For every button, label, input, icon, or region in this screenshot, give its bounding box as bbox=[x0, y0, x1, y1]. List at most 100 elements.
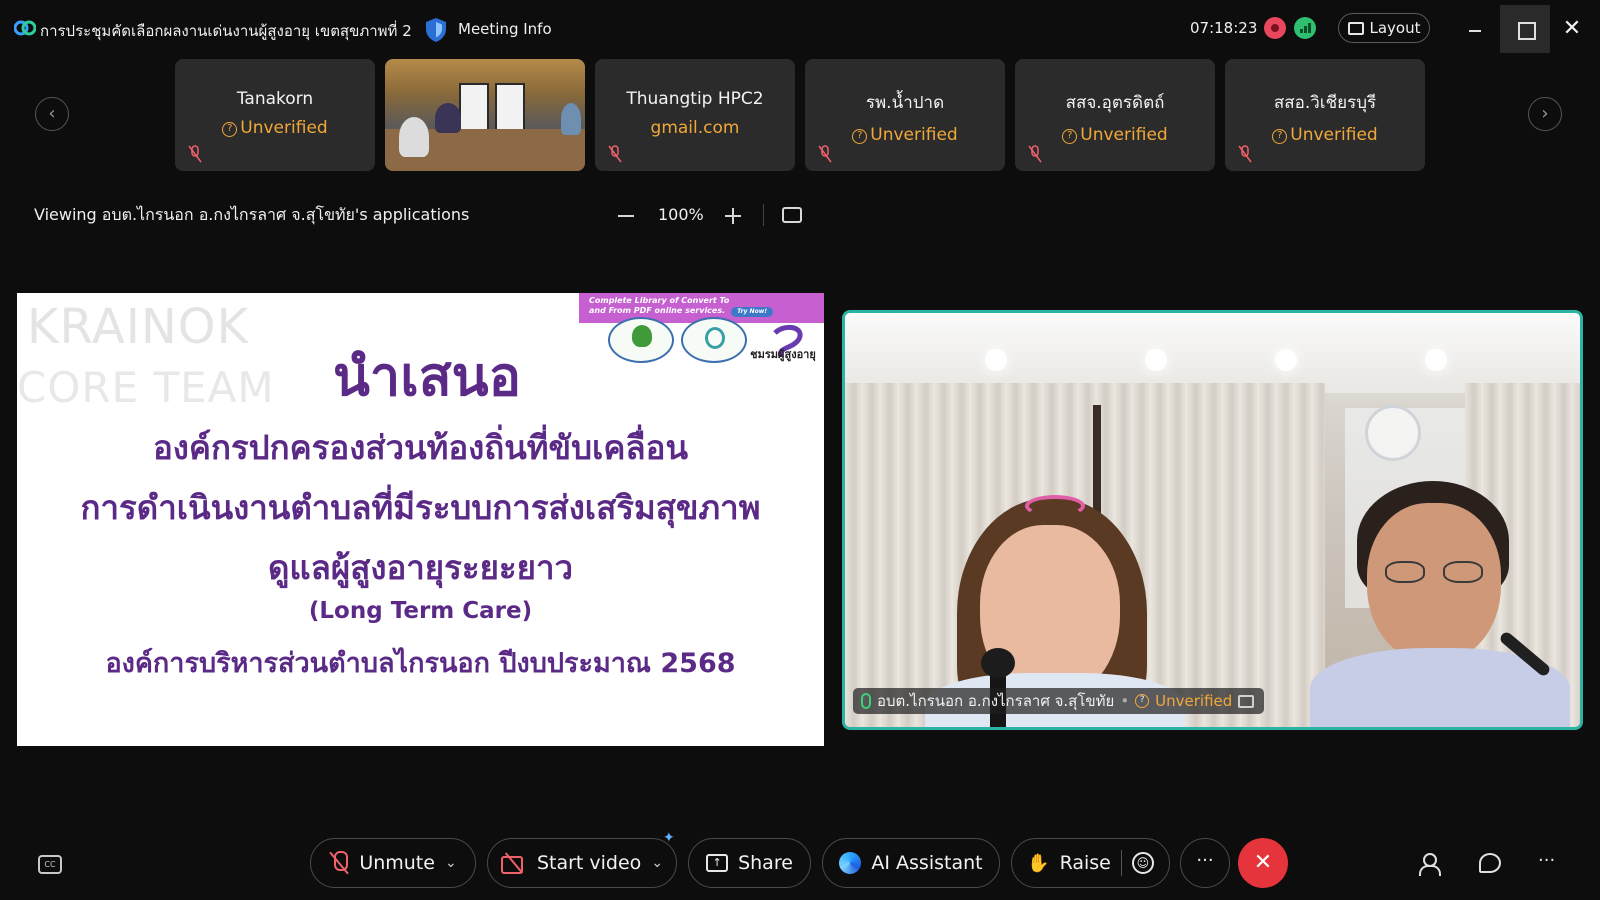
more-icon[interactable]: ··· bbox=[1538, 850, 1555, 871]
ceiling bbox=[845, 313, 1580, 393]
maximize-button[interactable] bbox=[1500, 5, 1550, 53]
ai-assistant-button[interactable]: AI Assistant bbox=[822, 838, 1000, 888]
whiteboard bbox=[459, 83, 489, 131]
participant-status: ? Unverified bbox=[1015, 125, 1215, 145]
meeting-info-button[interactable]: Meeting Info bbox=[458, 20, 552, 38]
wall-fan bbox=[1365, 405, 1421, 461]
unmute-button[interactable]: Unmute ⌄ bbox=[310, 838, 476, 888]
headband bbox=[1025, 495, 1085, 517]
mic-muted-icon bbox=[1028, 145, 1042, 163]
mic-muted-icon bbox=[818, 145, 832, 163]
slide-line: องค์กรปกครองส่วนท้องถิ่นที่ขับเคลื่อน bbox=[152, 428, 689, 467]
elderly-club-text: ชมรมผู้สูงอายุ bbox=[750, 348, 816, 361]
layout-button[interactable]: Layout bbox=[1338, 13, 1430, 43]
unmute-label: Unmute bbox=[359, 852, 435, 874]
network-health-icon[interactable] bbox=[1294, 17, 1316, 39]
divider bbox=[1120, 850, 1122, 876]
viewing-label: Viewing อบต.ไกรนอก อ.กงไกรลาศ จ.สุโขทัย'… bbox=[34, 205, 470, 224]
screen-share-icon bbox=[1238, 694, 1255, 708]
more-options-button[interactable]: ··· bbox=[1180, 838, 1230, 888]
mic-muted-icon bbox=[329, 851, 349, 875]
layout-icon bbox=[1347, 21, 1364, 35]
chevron-down-icon[interactable]: ⌄ bbox=[445, 855, 457, 871]
participant-tile[interactable]: Tanakorn ? Unverified bbox=[175, 59, 375, 171]
participant-name: สสจ.อุตรดิตถ์ bbox=[1065, 93, 1165, 113]
participant-status: ? Unverified bbox=[175, 118, 375, 138]
closed-captions-icon[interactable]: CC bbox=[38, 855, 62, 874]
participants-icon[interactable] bbox=[1418, 853, 1442, 876]
question-icon: ? bbox=[222, 122, 238, 137]
slide-line: องค์การบริหารส่วนตำบลไกรนอก ปีงบประมาณ 2… bbox=[105, 648, 736, 679]
raise-hand-button[interactable]: ✋ Raise ☺ bbox=[1011, 838, 1170, 888]
participant-tile[interactable]: สสจ.อุตรดิตถ์ ? Unverified bbox=[1015, 59, 1215, 171]
question-icon: ? bbox=[1272, 129, 1288, 144]
close-window-button[interactable]: ✕ bbox=[1560, 18, 1584, 40]
ai-assistant-icon bbox=[839, 852, 862, 874]
share-icon: ↑ bbox=[706, 854, 729, 872]
ad-try-button[interactable]: Try Now! bbox=[731, 307, 773, 317]
chevron-down-icon[interactable]: ⌄ bbox=[651, 855, 663, 871]
slide-line: ดูแลผู้สูงอายุระยะยาว bbox=[267, 548, 574, 587]
question-icon: ? bbox=[852, 129, 868, 144]
pole bbox=[1093, 405, 1101, 525]
meeting-title: การประชุมคัดเลือกผลงานเด่นงานผู้สูงอายุ … bbox=[40, 22, 412, 40]
camera-off-icon bbox=[500, 854, 527, 874]
webex-logo-icon bbox=[14, 20, 36, 36]
participant-name: Thuangtip HPC2 bbox=[626, 89, 764, 109]
recording-icon[interactable] bbox=[1264, 17, 1286, 39]
person bbox=[435, 103, 461, 133]
leave-meeting-button[interactable]: ✕ bbox=[1238, 838, 1288, 888]
health-logo bbox=[681, 317, 747, 363]
ceiling-light bbox=[1145, 349, 1167, 371]
separator-dot: • bbox=[1120, 692, 1130, 710]
participant-name: Tanakorn bbox=[236, 89, 314, 109]
ceiling-light bbox=[1425, 349, 1447, 371]
start-video-button[interactable]: Start video ⌄ bbox=[487, 838, 677, 888]
reactions-icon[interactable]: ☺ bbox=[1131, 852, 1154, 874]
mic-muted-icon bbox=[188, 145, 202, 163]
minimize-button[interactable] bbox=[1464, 20, 1486, 40]
title-bar: การประชุมคัดเลือกผลงานเด่นงานผู้สูงอายุ … bbox=[0, 0, 1600, 58]
layout-label: Layout bbox=[1369, 19, 1421, 37]
chat-icon[interactable] bbox=[1479, 853, 1501, 873]
strip-prev-button[interactable]: ‹ bbox=[35, 97, 69, 131]
mic-muted-icon bbox=[608, 145, 622, 163]
shield-icon[interactable] bbox=[424, 17, 448, 43]
hand-icon: ✋ bbox=[1027, 852, 1050, 874]
meeting-clock: 07:18:23 bbox=[1190, 19, 1258, 37]
mic-muted-icon bbox=[1238, 145, 1252, 163]
participant-tile[interactable]: Thuangtip HPC2 gmail.com bbox=[595, 59, 795, 171]
participant-status: ? Unverified bbox=[805, 125, 1005, 145]
shared-screen[interactable]: KRAINOK CORE TEAM Complete Library of Co… bbox=[17, 293, 824, 746]
ad-text: Complete Library of Convert To bbox=[589, 296, 730, 305]
question-icon: ? bbox=[1135, 694, 1150, 708]
zoom-level[interactable]: 100% bbox=[658, 205, 704, 224]
zoom-in-button[interactable] bbox=[725, 208, 741, 224]
slide-title: นำเสนอ bbox=[333, 345, 521, 408]
person bbox=[399, 117, 429, 157]
mic-active-icon bbox=[861, 693, 871, 709]
share-label: Share bbox=[738, 852, 793, 874]
emblem bbox=[705, 327, 725, 349]
speaker-name: อบต.ไกรนอก อ.กงไกรลาศ จ.สุโขทัย bbox=[877, 692, 1115, 710]
ai-assistant-label: AI Assistant bbox=[871, 852, 983, 874]
strip-next-button[interactable]: › bbox=[1528, 97, 1562, 131]
sparkle-icon: ✦ bbox=[663, 830, 675, 846]
participant-tile[interactable]: รพ.น้ำปาด ? Unverified bbox=[805, 59, 1005, 171]
speaker-status: Unverified bbox=[1155, 692, 1233, 710]
participant-name: รพ.น้ำปาด bbox=[865, 93, 945, 113]
slide-line: (Long Term Care) bbox=[308, 598, 533, 624]
participant-status: ? Unverified bbox=[1225, 125, 1425, 145]
start-video-label: Start video bbox=[536, 852, 642, 874]
participant-video-tile[interactable] bbox=[385, 59, 585, 171]
participant-name: สสอ.วิเชียรบุรี bbox=[1273, 93, 1377, 113]
slide-line: การดำเนินงานตำบลที่มีระบบการส่งเสริมสุขภ… bbox=[80, 488, 761, 527]
share-button[interactable]: ↑ Share bbox=[688, 838, 811, 888]
participant-tile[interactable]: สสอ.วิเชียรบุรี ? Unverified bbox=[1225, 59, 1425, 171]
fit-screen-icon[interactable] bbox=[782, 207, 802, 223]
participant-status: gmail.com bbox=[650, 118, 740, 138]
active-speaker-video[interactable]: อบต.ไกรนอก อ.กงไกรลาศ จ.สุโขทัย • ? Unve… bbox=[842, 310, 1583, 730]
zoom-out-button[interactable] bbox=[618, 208, 634, 224]
glasses bbox=[1385, 561, 1489, 585]
person bbox=[561, 103, 581, 135]
